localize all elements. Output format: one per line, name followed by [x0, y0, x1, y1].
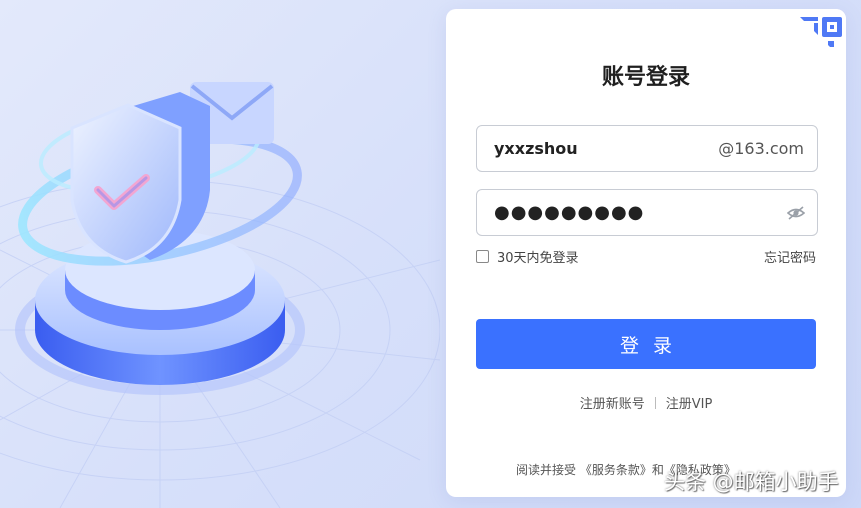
register-vip-link[interactable]: 注册VIP	[666, 393, 713, 412]
register-links: 注册新账号 注册VIP	[446, 393, 846, 412]
security-shield-illustration	[0, 82, 440, 508]
link-divider	[654, 396, 656, 409]
password-value[interactable]: ●●●●●●●●●	[494, 190, 644, 235]
email-domain-suffix[interactable]: @163.com	[718, 126, 804, 171]
remember-me-option[interactable]: 30天内免登录	[476, 247, 579, 266]
login-card: 账号登录 yxxzshou @163.com ●●●●●●●●● 30天内免登录…	[446, 9, 846, 497]
remember-me-checkbox[interactable]	[476, 250, 489, 263]
remember-me-label: 30天内免登录	[497, 251, 579, 266]
qr-code-icon[interactable]	[792, 9, 846, 63]
page-title: 账号登录	[601, 65, 690, 90]
watermark: 头条 @邮箱小助手	[664, 470, 839, 494]
qr-code-login-toggle[interactable]	[792, 9, 846, 63]
eye-hidden-icon[interactable]	[787, 205, 805, 221]
forgot-password-link[interactable]: 忘记密码	[764, 247, 816, 266]
password-field[interactable]: ●●●●●●●●●	[476, 189, 818, 236]
register-account-link[interactable]: 注册新账号	[580, 393, 645, 412]
login-button[interactable]: 登录	[476, 319, 816, 369]
username-field[interactable]: yxxzshou @163.com	[476, 125, 818, 172]
username-value[interactable]: yxxzshou	[494, 126, 578, 171]
